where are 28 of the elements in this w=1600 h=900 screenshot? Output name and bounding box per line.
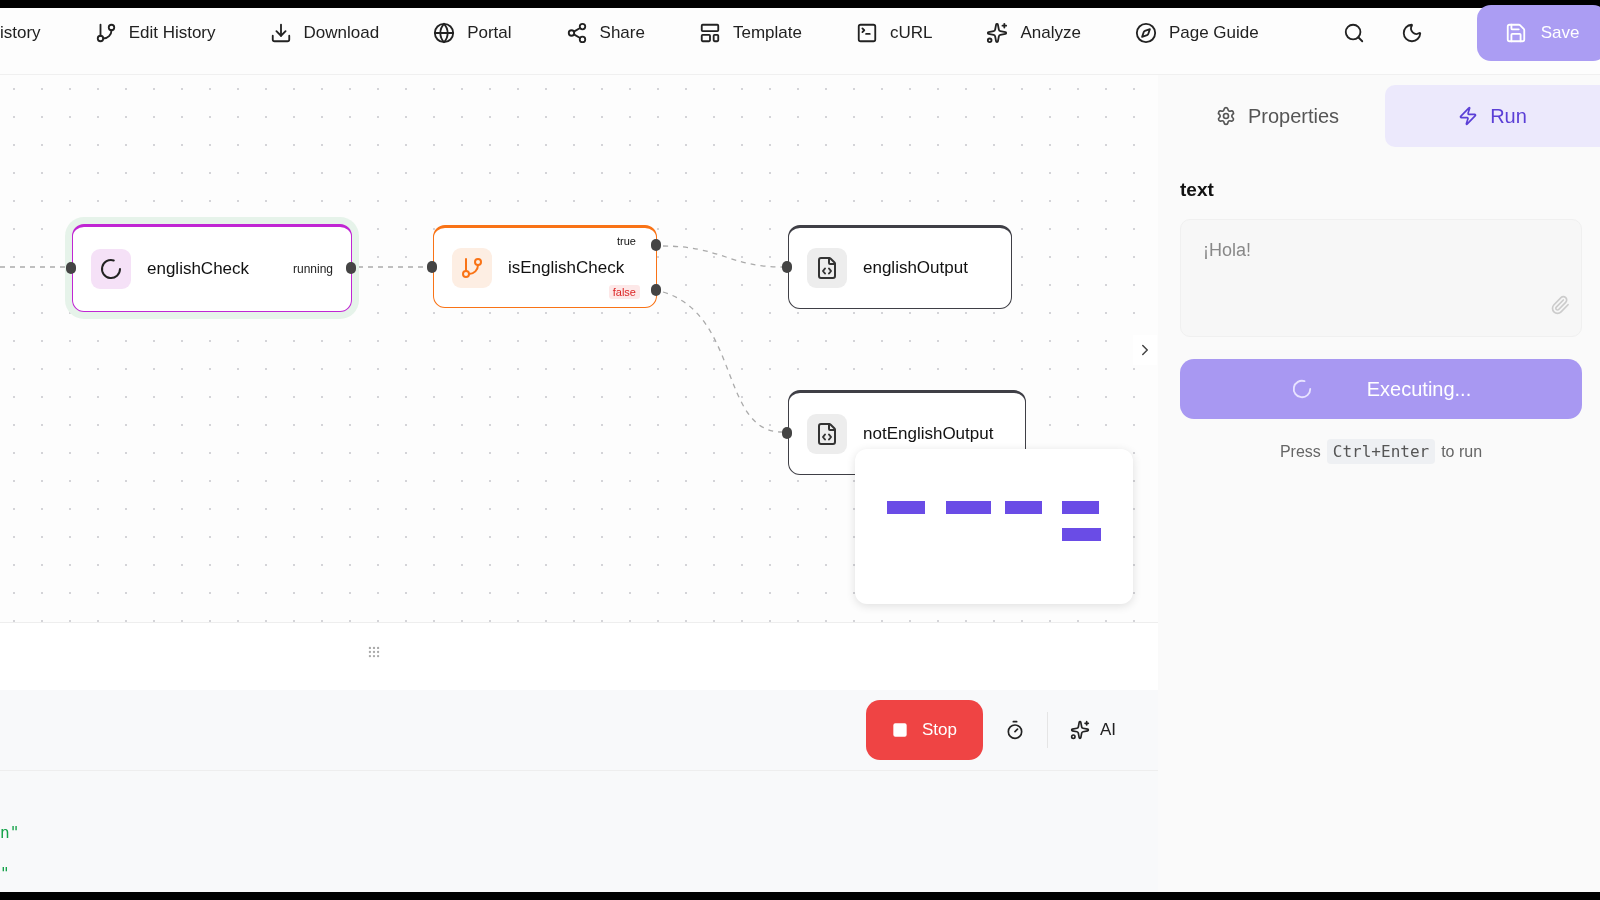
toolbar-button[interactable]: Analyze (986, 21, 1081, 44)
toolbar-button[interactable]: Portal (433, 21, 512, 44)
toolbar-button[interactable]: istory (0, 22, 41, 43)
node-status: running (292, 262, 333, 276)
shortcut-key: Ctrl+Enter (1326, 439, 1436, 464)
hint-text: to run (1441, 442, 1483, 461)
toolbar-button[interactable]: Share (565, 21, 645, 44)
node-title: isEnglishCheck (508, 257, 625, 278)
panel-tab[interactable]: Properties (1170, 85, 1385, 147)
node-title: englishOutput (863, 258, 968, 278)
ai-button[interactable]: AI (1069, 720, 1116, 740)
workflow-node[interactable]: englishOutput (788, 225, 1012, 309)
toolbar-button[interactable]: Page Guide (1134, 21, 1259, 44)
toolbar-button[interactable]: cURL (855, 21, 933, 44)
hint-text: Press (1279, 442, 1321, 461)
node-title: notEnglishOutput (863, 423, 994, 444)
toolbar-button[interactable]: Template (698, 21, 802, 44)
true-label: true (616, 234, 637, 248)
node-title: englishCheck (147, 259, 250, 279)
toolbar-button[interactable]: Edit History (94, 21, 216, 44)
panel-tab[interactable]: Run (1385, 85, 1600, 147)
code-line: " (0, 864, 11, 883)
field-label: text (1180, 179, 1215, 201)
workflow-node[interactable]: true isEnglishCheck false (433, 225, 657, 308)
false-label: false (608, 285, 640, 299)
toolbar-button[interactable]: Download (269, 21, 380, 44)
stop-button[interactable]: Stop (865, 700, 983, 760)
code-line: n" (0, 823, 21, 842)
